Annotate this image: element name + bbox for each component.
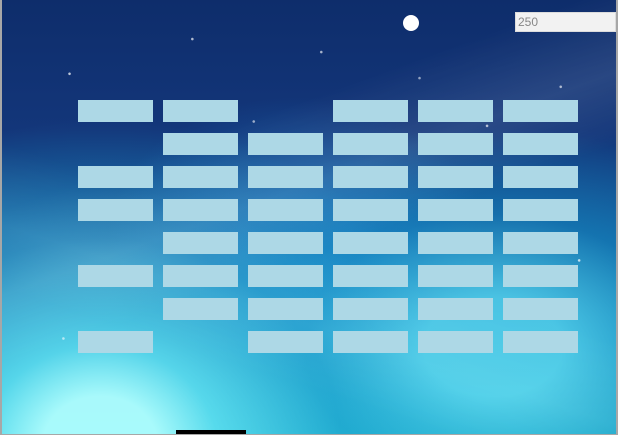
brick-r3-c1 xyxy=(78,166,153,188)
brick-r3-c2 xyxy=(163,166,238,188)
brick-r3-c6 xyxy=(503,166,578,188)
brick-r8-c3 xyxy=(248,331,323,353)
brick-r3-c5 xyxy=(418,166,493,188)
brick-r2-c2 xyxy=(163,133,238,155)
brick-r4-c3 xyxy=(248,199,323,221)
brick-r5-c5 xyxy=(418,232,493,254)
brick-r6-c2 xyxy=(163,265,238,287)
brick-r1-c2 xyxy=(163,100,238,122)
ball xyxy=(403,15,419,31)
brick-r4-c5 xyxy=(418,199,493,221)
brick-r7-c6 xyxy=(503,298,578,320)
brick-r5-c2 xyxy=(163,232,238,254)
brick-r2-c5 xyxy=(418,133,493,155)
brick-r1-c4 xyxy=(333,100,408,122)
brick-r7-c4 xyxy=(333,298,408,320)
brick-r8-c4 xyxy=(333,331,408,353)
brick-r7-c3 xyxy=(248,298,323,320)
paddle[interactable] xyxy=(176,430,246,434)
brick-r1-c1 xyxy=(78,100,153,122)
brick-r5-c4 xyxy=(333,232,408,254)
brick-r2-c6 xyxy=(503,133,578,155)
brick-r3-c4 xyxy=(333,166,408,188)
brick-r2-c3 xyxy=(248,133,323,155)
brick-r1-c5 xyxy=(418,100,493,122)
brick-r4-c2 xyxy=(163,199,238,221)
game-board[interactable] xyxy=(0,0,618,435)
brick-r6-c4 xyxy=(333,265,408,287)
brick-r3-c3 xyxy=(248,166,323,188)
brick-r4-c1 xyxy=(78,199,153,221)
brick-r5-c3 xyxy=(248,232,323,254)
brick-r6-c6 xyxy=(503,265,578,287)
brick-r1-c6 xyxy=(503,100,578,122)
brick-r8-c5 xyxy=(418,331,493,353)
brick-r5-c6 xyxy=(503,232,578,254)
brick-r6-c3 xyxy=(248,265,323,287)
brick-r8-c1 xyxy=(78,331,153,353)
brick-r4-c6 xyxy=(503,199,578,221)
brick-r4-c4 xyxy=(333,199,408,221)
brick-r2-c4 xyxy=(333,133,408,155)
brick-r6-c1 xyxy=(78,265,153,287)
brick-r8-c6 xyxy=(503,331,578,353)
score-field[interactable] xyxy=(515,12,616,32)
brick-r7-c2 xyxy=(163,298,238,320)
brick-r6-c5 xyxy=(418,265,493,287)
brick-r7-c5 xyxy=(418,298,493,320)
